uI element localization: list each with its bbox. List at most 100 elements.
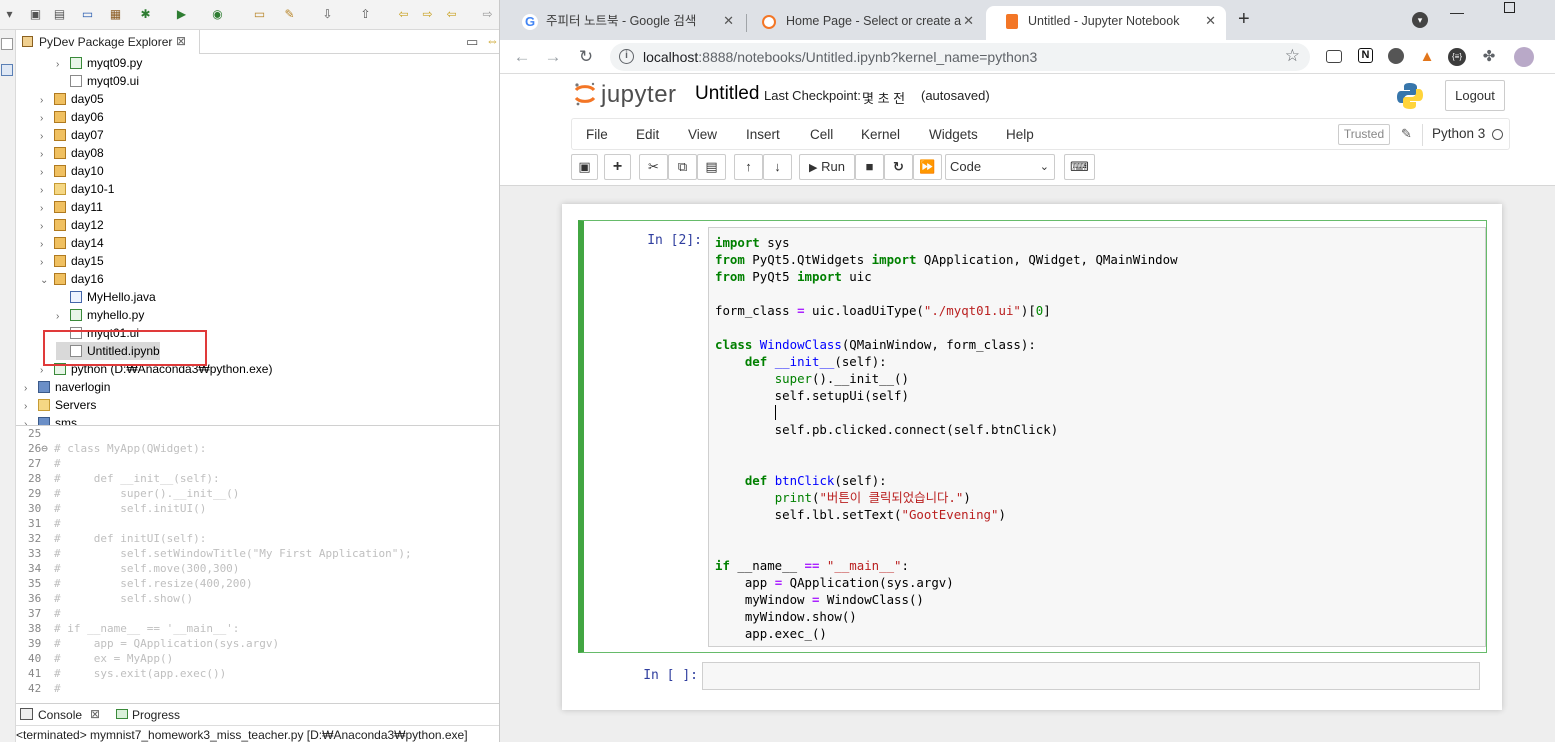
kernel-name[interactable]: Python 3 [1432, 126, 1485, 141]
tree-item[interactable]: myqt09.ui [56, 72, 139, 90]
tree-item[interactable]: › day06 [40, 108, 104, 126]
tree-item[interactable]: › day10-1 [40, 180, 114, 198]
cut-button[interactable]: ✂ [639, 154, 668, 180]
tree-item[interactable]: MyHello.java [56, 288, 156, 306]
close-icon[interactable]: ⊠ [176, 34, 186, 48]
tree-item[interactable]: › day07 [40, 126, 104, 144]
logout-button[interactable]: Logout [1445, 80, 1505, 111]
tree-item[interactable]: › day10 [40, 162, 104, 180]
terminal-icon[interactable]: ▭ [80, 7, 95, 22]
forward-icon[interactable]: → [542, 46, 564, 68]
save-icon[interactable]: ▣ [28, 7, 43, 22]
tab-search-icon[interactable]: ▾ [1412, 12, 1428, 28]
insert-cell-button[interactable]: + [604, 154, 631, 180]
explorer-tab[interactable]: PyDev Package Explorer ⊠ [16, 30, 200, 54]
run-button[interactable]: ▶ Run [799, 154, 855, 180]
extension-icon[interactable] [1388, 48, 1404, 64]
metamask-icon[interactable]: ▲ [1418, 48, 1436, 66]
menu-cell[interactable]: Cell [810, 119, 833, 150]
tree-item[interactable]: ⌄ day16 [40, 270, 104, 288]
maximize-window-icon[interactable] [1504, 2, 1515, 13]
console-tab[interactable]: Console [38, 708, 82, 722]
close-tab-icon[interactable]: ✕ [1205, 6, 1216, 36]
forward-icon[interactable]: ⇨ [480, 7, 495, 22]
tree-item[interactable]: › naverlogin [24, 378, 110, 396]
edit-pencil-icon[interactable]: ✎ [1401, 126, 1412, 142]
minimize-window-icon[interactable]: — [1450, 4, 1464, 20]
paste-button[interactable]: ▤ [697, 154, 726, 180]
code-input[interactable] [702, 662, 1480, 690]
json-formatter-icon[interactable]: {≡} [1448, 48, 1466, 66]
save-all-icon[interactable]: ▤ [52, 7, 67, 22]
empty-code-cell[interactable]: In [ ]: [578, 658, 1487, 690]
cell-type-select[interactable]: Code ⌄ [945, 154, 1055, 180]
next-annotation-icon[interactable]: ⇩ [320, 7, 335, 22]
last-edit-icon[interactable]: ⇦ [396, 7, 411, 22]
progress-tab[interactable]: Progress [132, 708, 180, 722]
restart-button[interactable]: ↻ [884, 154, 913, 180]
tree-item[interactable]: › day11 [40, 198, 103, 216]
menu-file[interactable]: File [586, 119, 608, 150]
close-icon[interactable]: ⊠ [90, 707, 100, 721]
notebook-name[interactable]: Untitled [695, 83, 759, 105]
back-icon[interactable]: ← [511, 46, 533, 68]
code-cell[interactable]: In [2]: import sys from PyQt5.QtWidgets … [578, 220, 1487, 653]
menu-view[interactable]: View [688, 119, 717, 150]
tree-item[interactable]: › Servers [24, 396, 96, 414]
debug-icon[interactable]: ✱ [138, 7, 153, 22]
back-icon[interactable]: ⇦ [444, 7, 459, 22]
reload-icon[interactable]: ↻ [575, 46, 597, 68]
tab-jupyter-home[interactable]: Home Page - Select or create a ✕ [744, 6, 984, 40]
move-up-button[interactable]: ↑ [734, 154, 763, 180]
open-folder-icon[interactable]: ▭ [252, 7, 267, 22]
package-explorer-icon[interactable] [1, 64, 13, 76]
menu-widgets[interactable]: Widgets [929, 119, 978, 150]
tree-item-label: MyHello.java [87, 290, 156, 304]
tab-google-search[interactable]: G 주피터 노트북 - Google 검색 ✕ [504, 6, 744, 40]
dropdown-icon[interactable]: ▾ [2, 7, 17, 22]
address-bar[interactable]: i localhost:8888/notebooks/Untitled.ipyn… [610, 43, 1310, 71]
save-button[interactable]: ▣ [571, 154, 598, 180]
maximize-icon[interactable]: ⇔ [486, 33, 499, 48]
command-palette-button[interactable]: ⌨ [1064, 154, 1095, 180]
trusted-indicator[interactable]: Trusted [1338, 124, 1390, 145]
new-tab-icon[interactable]: + [1238, 8, 1250, 31]
expand-arrow-icon[interactable]: ⌄ [40, 272, 54, 290]
interrupt-button[interactable]: ■ [855, 154, 884, 180]
tree-item[interactable]: › day08 [40, 144, 104, 162]
tree-item[interactable]: › myqt09.py [56, 54, 142, 72]
minimize-icon[interactable]: ▭ [466, 34, 478, 50]
menu-insert[interactable]: Insert [746, 119, 780, 150]
run-external-icon[interactable]: ◉ [210, 7, 225, 22]
move-down-button[interactable]: ↓ [763, 154, 792, 180]
close-tab-icon[interactable]: ✕ [723, 6, 734, 36]
profile-avatar[interactable] [1514, 47, 1534, 67]
info-icon[interactable]: i [619, 49, 634, 64]
copy-button[interactable]: ⧉ [668, 154, 697, 180]
restore-icon[interactable] [1, 38, 13, 50]
wand-icon[interactable]: ✎ [282, 7, 297, 22]
restart-run-all-button[interactable]: ⏩ [913, 154, 942, 180]
tab-untitled-notebook[interactable]: Untitled - Jupyter Notebook ✕ [986, 6, 1226, 40]
menu-edit[interactable]: Edit [636, 119, 659, 150]
prev-annotation-icon[interactable]: ⇧ [358, 7, 373, 22]
python-file-icon [70, 57, 82, 69]
forward-edit-icon[interactable]: ⇨ [420, 7, 435, 22]
package-icon[interactable]: ▦ [108, 7, 123, 22]
close-tab-icon[interactable]: ✕ [963, 6, 974, 36]
tree-item[interactable]: › day05 [40, 90, 104, 108]
tree-item[interactable]: › day14 [40, 234, 104, 252]
tree-item[interactable]: › day12 [40, 216, 104, 234]
notion-icon[interactable]: N [1358, 48, 1373, 63]
code-editor[interactable]: 25 26⊖ # class MyApp(QWidget): 27 #28 # def _… [16, 425, 499, 703]
bookmark-star-icon[interactable]: ☆ [1285, 46, 1300, 66]
screen-capture-icon[interactable] [1326, 50, 1342, 63]
code-input[interactable]: import sys from PyQt5.QtWidgets import Q… [708, 227, 1486, 647]
run-icon[interactable]: ▶ [174, 7, 189, 22]
tree-item[interactable]: › day15 [40, 252, 104, 270]
menu-kernel[interactable]: Kernel [861, 119, 900, 150]
extensions-puzzle-icon[interactable]: ✤ [1480, 48, 1498, 66]
restart-icon: ↻ [893, 159, 904, 174]
tree-item[interactable]: › myhello.py [56, 306, 144, 324]
menu-help[interactable]: Help [1006, 119, 1034, 150]
